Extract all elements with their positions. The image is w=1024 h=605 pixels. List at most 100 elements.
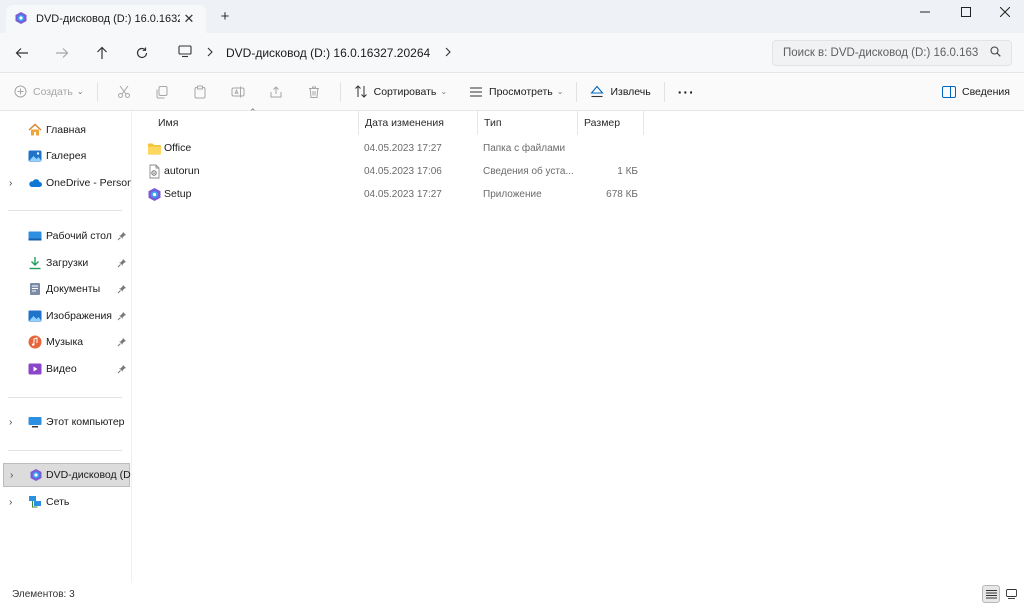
pin-icon[interactable]: [117, 284, 127, 294]
new-tab-button[interactable]: +: [216, 8, 234, 26]
more-options-button[interactable]: ···: [672, 79, 701, 105]
sidebar-item-documents[interactable]: Документы: [0, 277, 131, 301]
details-pane-button[interactable]: Сведения: [936, 79, 1016, 105]
sidebar-item-music[interactable]: Музыка: [0, 330, 131, 354]
search-icon[interactable]: [990, 46, 1001, 60]
toolbar-divider: [339, 81, 341, 102]
column-header-size[interactable]: Размер: [577, 111, 644, 135]
column-header-date[interactable]: Дата изменения: [358, 111, 478, 135]
monitor-icon: [178, 45, 192, 61]
sort-label: Сортировать: [373, 85, 437, 98]
pin-icon[interactable]: [117, 311, 127, 321]
column-header-type[interactable]: Тип: [477, 111, 577, 135]
delete-button[interactable]: [295, 79, 333, 105]
file-list: ⌃ Имя Дата изменения Тип Размер Office 0…: [133, 107, 1024, 583]
file-size: [578, 137, 638, 160]
pin-icon[interactable]: [117, 337, 127, 347]
address-field[interactable]: DVD-дисковод (D:) 16.0.16327.20264: [166, 39, 762, 67]
command-bar: Создать ⌄ Сортировать ⌄ Просмотреть ⌄ Из…: [0, 73, 1024, 111]
maximize-icon: [961, 7, 971, 17]
file-name: Setup: [164, 188, 192, 200]
close-icon: [1000, 7, 1010, 17]
copy-button[interactable]: [143, 79, 181, 105]
chevron-right-icon[interactable]: ›: [9, 178, 12, 189]
chevron-down-icon: ⌄: [440, 87, 448, 96]
sidebar-item-this-pc[interactable]: › Этот компьютер: [0, 410, 131, 434]
forward-button[interactable]: [52, 43, 72, 63]
scissors-icon: [117, 85, 130, 98]
up-button[interactable]: [92, 43, 112, 63]
minimize-button[interactable]: [906, 0, 944, 24]
title-bar: DVD-дисковод (D:) 16.0.16327 ✕ +: [0, 0, 1024, 33]
chevron-right-icon[interactable]: [206, 47, 214, 60]
pictures-icon: [28, 309, 42, 323]
cloud-icon: [28, 176, 42, 190]
cut-button[interactable]: [105, 79, 143, 105]
network-icon: [28, 495, 42, 509]
table-row[interactable]: autorun 04.05.2023 17:06 Сведения об уст…: [133, 160, 645, 183]
computer-icon: [28, 415, 42, 429]
sidebar-item-downloads[interactable]: Загрузки: [0, 251, 131, 275]
file-date: 04.05.2023 17:27: [364, 143, 442, 154]
maximize-button[interactable]: [947, 0, 985, 24]
rename-button[interactable]: [219, 79, 257, 105]
table-row[interactable]: Office 04.05.2023 17:27 Папка с файлами: [133, 137, 645, 160]
close-window-button[interactable]: [986, 0, 1024, 24]
pin-icon[interactable]: [117, 364, 127, 374]
address-bar: DVD-дисковод (D:) 16.0.16327.20264: [0, 33, 1024, 73]
chevron-right-icon[interactable]: ›: [9, 497, 12, 508]
pin-icon[interactable]: [117, 231, 127, 241]
breadcrumb[interactable]: DVD-дисковод (D:) 16.0.16327.20264: [226, 46, 430, 60]
close-tab-icon[interactable]: ✕: [180, 11, 198, 27]
chevron-right-icon[interactable]: ›: [10, 470, 13, 481]
sort-button[interactable]: Сортировать ⌄: [348, 79, 453, 105]
sidebar-item-home[interactable]: Главная: [0, 118, 131, 142]
eject-label: Извлечь: [610, 85, 651, 98]
back-button[interactable]: [12, 43, 32, 63]
sidebar-item-pictures[interactable]: Изображения: [0, 304, 131, 328]
view-lines-icon: [470, 87, 483, 96]
sidebar-item-gallery[interactable]: Галерея: [0, 144, 131, 168]
sidebar-item-label: Главная: [46, 124, 86, 136]
dvd-icon: [14, 11, 28, 28]
eject-button[interactable]: Извлечь: [584, 79, 656, 105]
tab-dvd-drive[interactable]: DVD-дисковод (D:) 16.0.16327 ✕: [6, 5, 206, 33]
minimize-icon: [920, 11, 930, 13]
sidebar-item-dvd-drive[interactable]: › DVD-дисковод (D:): [3, 463, 131, 487]
details-view-button[interactable]: [982, 585, 1000, 603]
paste-button[interactable]: [181, 79, 219, 105]
chevron-right-icon[interactable]: [444, 47, 452, 60]
tiles-view-button[interactable]: [1002, 585, 1020, 603]
chevron-right-icon[interactable]: ›: [9, 417, 12, 428]
view-button[interactable]: Просмотреть ⌄: [463, 79, 569, 105]
create-label: Создать: [33, 85, 73, 98]
rename-icon: [231, 86, 245, 97]
sidebar-item-label: Видео: [46, 363, 77, 375]
share-button[interactable]: [257, 79, 295, 105]
table-row[interactable]: Setup 04.05.2023 17:27 Приложение 678 КБ: [133, 183, 645, 206]
sidebar-item-label: Этот компьютер: [46, 416, 125, 428]
video-icon: [28, 362, 42, 376]
column-header-name[interactable]: Имя: [152, 111, 358, 135]
refresh-icon: [136, 47, 148, 59]
documents-icon: [28, 282, 42, 296]
navigation-pane: Главная Галерея › OneDrive - Persona Раб…: [0, 111, 132, 583]
pin-icon[interactable]: [117, 258, 127, 268]
sidebar-item-label: Галерея: [46, 150, 87, 162]
trash-icon: [308, 86, 319, 98]
chevron-down-icon: ⌄: [76, 87, 84, 96]
file-name: Office: [164, 142, 192, 154]
music-icon: [28, 335, 42, 349]
sidebar-divider: [8, 450, 122, 451]
sidebar-divider: [8, 210, 122, 211]
sidebar-item-network[interactable]: › Сеть: [0, 490, 131, 514]
sidebar-item-desktop[interactable]: Рабочий стол: [0, 224, 131, 248]
sidebar-item-onedrive[interactable]: › OneDrive - Persona: [0, 171, 131, 195]
chevron-down-icon: ⌄: [556, 87, 564, 96]
create-button[interactable]: Создать ⌄: [8, 79, 90, 105]
refresh-button[interactable]: [132, 43, 152, 63]
search-input[interactable]: [783, 47, 990, 59]
sidebar-item-label: Музыка: [46, 336, 84, 348]
search-box[interactable]: [772, 40, 1012, 66]
sidebar-item-videos[interactable]: Видео: [0, 357, 131, 381]
